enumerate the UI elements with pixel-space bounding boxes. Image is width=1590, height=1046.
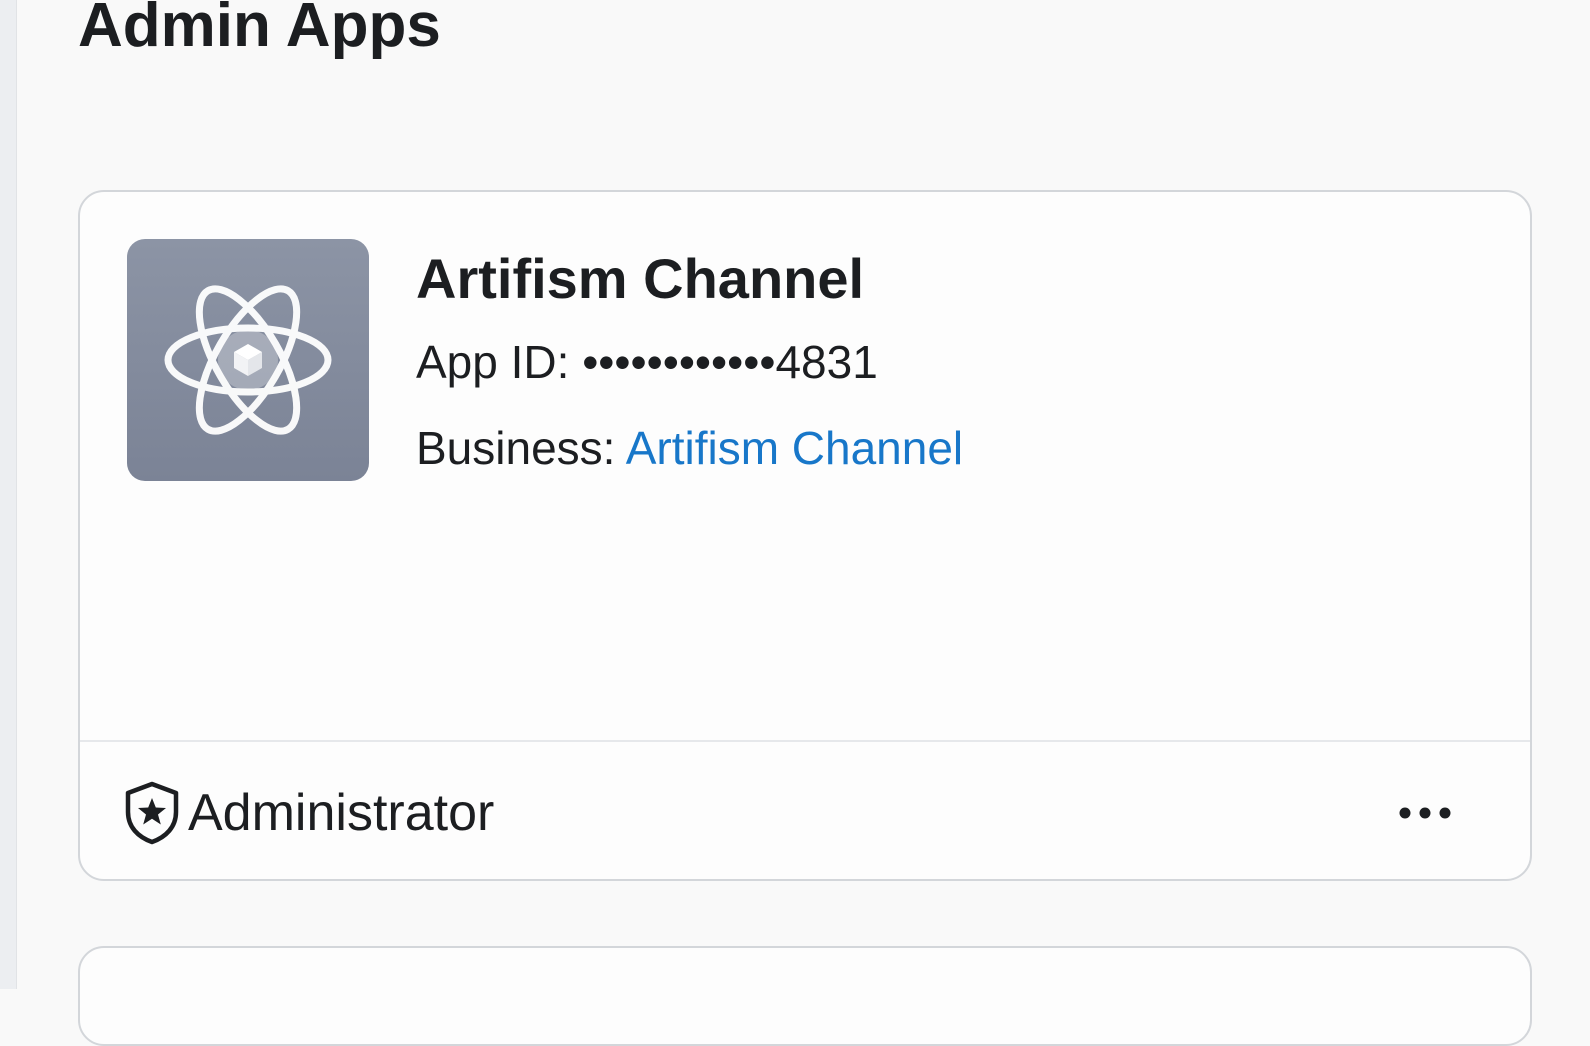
atom-icon (164, 285, 332, 435)
card-divider (80, 740, 1530, 742)
app-icon (127, 239, 369, 481)
app-id-label: App ID: (416, 336, 570, 388)
business-label: Business: (416, 422, 616, 474)
app-card[interactable]: Artifism Channel App ID: ••••••••••••483… (78, 190, 1532, 881)
shield-star-icon (122, 780, 182, 846)
role-label: Administrator (188, 784, 495, 842)
page-title: Admin Apps (78, 0, 441, 60)
left-sidebar-edge (0, 0, 17, 989)
app-card-next[interactable] (78, 946, 1532, 1046)
app-name: Artifism Channel (416, 247, 865, 310)
app-id: App ID: ••••••••••••4831 (416, 332, 878, 392)
app-id-value: ••••••••••••4831 (582, 336, 878, 388)
role-badge: Administrator (122, 780, 494, 846)
business: Business: Artifism Channel (416, 418, 963, 478)
more-horizontal-icon (1399, 807, 1451, 819)
business-link[interactable]: Artifism Channel (626, 422, 963, 474)
more-options-button[interactable] (1380, 784, 1470, 842)
